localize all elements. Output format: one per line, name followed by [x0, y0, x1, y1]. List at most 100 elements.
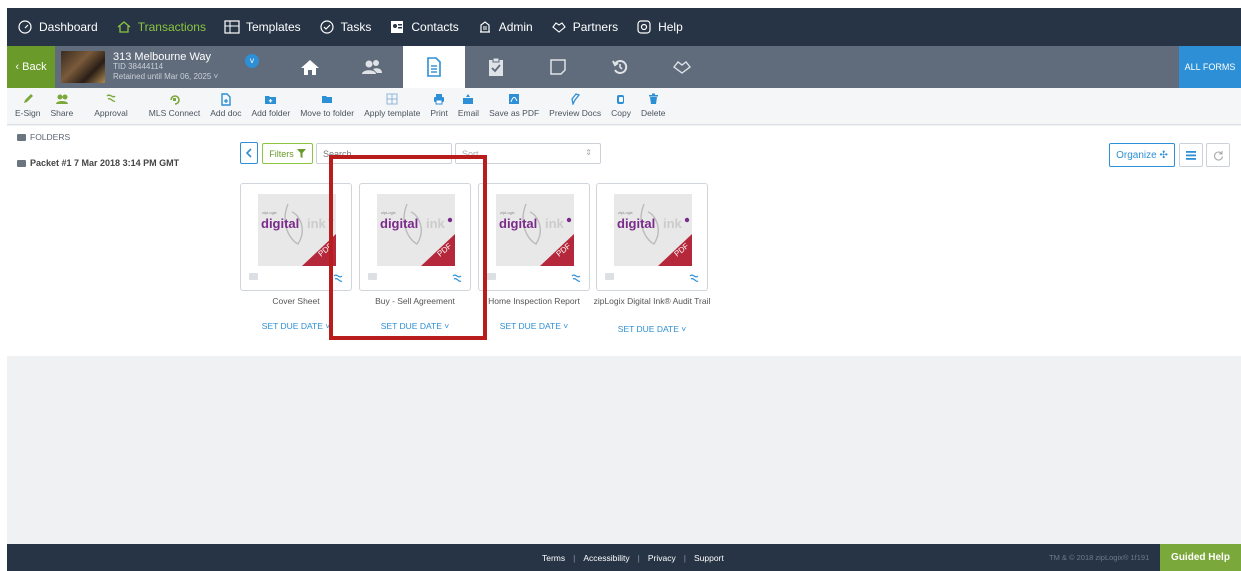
apply-template-button[interactable]: Apply template [359, 88, 425, 118]
share-button[interactable]: Share [46, 88, 79, 118]
nav-label: Transactions [137, 20, 206, 34]
packet-folder[interactable]: Packet #1 7 Mar 2018 3:14 PM GMT [17, 158, 179, 168]
tab-history[interactable] [589, 46, 651, 88]
toolbar-label: Preview Docs [549, 108, 602, 118]
copy-icon [614, 92, 628, 106]
footer-link-support[interactable]: Support [694, 553, 724, 563]
esign-button[interactable]: E-Sign [10, 88, 46, 118]
nav-tasks[interactable]: Tasks [319, 19, 372, 35]
document-card-audit-trail[interactable]: PDF zipLogix digital ink [596, 183, 708, 291]
nav-label: Contacts [411, 20, 459, 34]
toolbar-label: Approval [94, 108, 128, 118]
contact-card-icon [389, 19, 405, 35]
nav-admin[interactable]: Admin [477, 19, 533, 35]
sort-caret-icon: ⇕ [585, 148, 592, 157]
toolbar-label: Add folder [251, 108, 291, 118]
nav-help[interactable]: Help [636, 19, 683, 35]
list-view-button[interactable] [1179, 143, 1203, 167]
toolbar-label: Email [457, 108, 480, 118]
preview-docs-button[interactable]: Preview Docs [544, 88, 606, 118]
tab-notes[interactable] [527, 46, 589, 88]
svg-text:digital: digital [499, 216, 537, 231]
filters-button[interactable]: Filters [262, 143, 313, 164]
footer-link-privacy[interactable]: Privacy [648, 553, 676, 563]
toolbar-label: Save as PDF [489, 108, 540, 118]
footer-link-terms[interactable]: Terms [542, 553, 565, 563]
nav-partners[interactable]: Partners [551, 19, 618, 35]
footer: Terms | Accessibility | Privacy | Suppor… [7, 544, 1241, 571]
mls-connect-icon [168, 92, 182, 106]
document-name[interactable]: Home Inspection Report [474, 296, 594, 306]
nav-label: Tasks [340, 20, 372, 34]
checklist-icon [489, 57, 503, 76]
organize-button[interactable]: Organize ✣ [1109, 143, 1175, 167]
nav-label: Templates [245, 20, 301, 34]
guided-help-button[interactable]: Guided Help [1160, 544, 1241, 571]
note-icon [550, 59, 566, 75]
nav-label: Partners [572, 20, 619, 34]
mls-connect-button[interactable]: MLS Connect [144, 88, 206, 118]
transaction-id: TID 38444114 [113, 62, 164, 71]
comment-icon[interactable] [249, 273, 258, 280]
comment-icon[interactable] [605, 273, 614, 280]
add-folder-button[interactable]: Add folder [246, 88, 295, 118]
back-button[interactable]: ‹ Back [7, 46, 55, 88]
svg-text:zipLogix: zipLogix [262, 210, 277, 215]
share-people-icon [55, 92, 69, 106]
delete-button[interactable]: Delete [636, 88, 671, 118]
email-icon [461, 92, 475, 106]
grid-icon [224, 19, 240, 35]
footer-separator: | [683, 552, 686, 563]
folders-heading-label: FOLDERS [30, 132, 71, 142]
property-thumbnail [61, 51, 105, 83]
document-toolbar: E-Sign Share Approval MLS Connect Add do… [7, 88, 1241, 125]
history-icon [612, 60, 628, 74]
home-icon [301, 60, 319, 75]
nav-dashboard[interactable]: Dashboard [17, 19, 98, 35]
list-icon [1186, 150, 1196, 160]
all-forms-button[interactable]: ALL FORMS [1179, 46, 1241, 88]
footer-link-accessibility[interactable]: Accessibility [583, 553, 629, 563]
transaction-bar: ‹ Back 313 Melbourne Way TID 38444114 Re… [7, 46, 1241, 88]
document-card-home-inspection-report[interactable]: PDF zipLogix digital ink [478, 183, 590, 291]
pdf-icon [507, 92, 521, 106]
tab-people[interactable] [341, 46, 403, 88]
nav-templates[interactable]: Templates [224, 19, 301, 35]
folder-icon [17, 133, 26, 141]
save-as-pdf-button[interactable]: Save as PDF [484, 88, 544, 118]
collapse-sidebar-button[interactable] [240, 142, 258, 164]
transaction-address: 313 Melbourne Way [113, 51, 212, 63]
approval-button[interactable]: Approval [78, 88, 144, 118]
nav-label: Help [658, 20, 683, 34]
comment-icon[interactable] [487, 273, 496, 280]
add-doc-button[interactable]: Add doc [205, 88, 246, 118]
signature-icon[interactable] [570, 272, 582, 284]
building-icon [477, 19, 493, 35]
tab-partners[interactable] [651, 46, 713, 88]
set-due-date-dropdown[interactable]: SET DUE DATE ˅ [592, 324, 712, 334]
email-button[interactable]: Email [453, 88, 484, 118]
toolbar-label: Move to folder [300, 108, 355, 118]
transaction-dropdown-icon[interactable]: ˅ [245, 54, 259, 68]
tab-checklist[interactable] [465, 46, 527, 88]
copy-button[interactable]: Copy [606, 88, 636, 118]
nav-transactions[interactable]: Transactions [116, 19, 206, 35]
add-folder-icon [264, 92, 278, 106]
top-nav: Dashboard Transactions Templates Tasks C… [7, 8, 1241, 46]
document-name[interactable]: zipLogix Digital Ink® Audit Trail [592, 296, 712, 306]
refresh-button[interactable] [1206, 143, 1230, 167]
tab-home[interactable] [279, 46, 341, 88]
svg-text:digital: digital [617, 216, 655, 231]
tab-documents[interactable] [403, 46, 465, 88]
move-to-folder-button[interactable]: Move to folder [295, 88, 359, 118]
pdf-document-thumbnail: PDF zipLogix digital ink [258, 194, 336, 266]
retention-date[interactable]: Retained until Mar 06, 2025 ˅ [113, 72, 243, 82]
signature-icon[interactable] [688, 272, 700, 284]
handshake-icon [551, 19, 567, 35]
nav-contacts[interactable]: Contacts [389, 19, 459, 35]
highlight-annotation-box [329, 155, 487, 340]
documents-panel: FOLDERS Packet #1 7 Mar 2018 3:14 PM GMT… [7, 126, 1241, 356]
print-button[interactable]: Print [425, 88, 452, 118]
set-due-date-dropdown[interactable]: SET DUE DATE ˅ [474, 321, 594, 331]
svg-text:zipLogix: zipLogix [500, 210, 515, 215]
